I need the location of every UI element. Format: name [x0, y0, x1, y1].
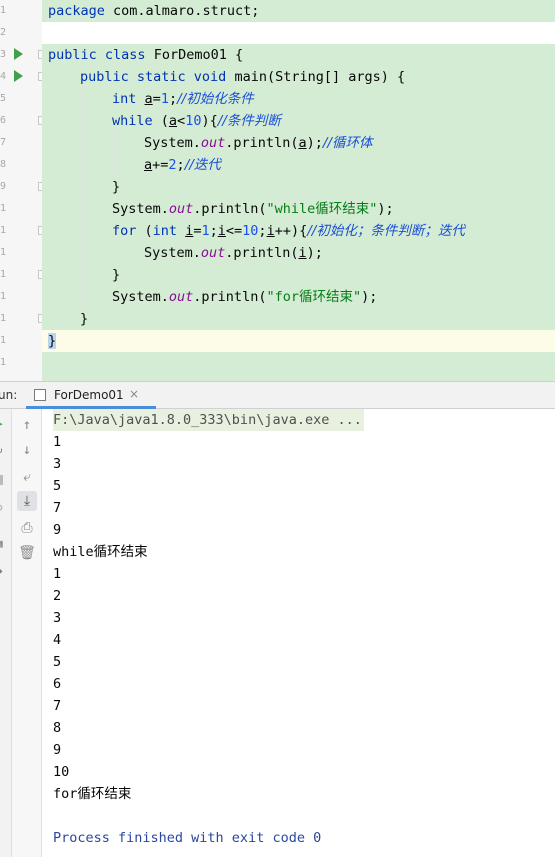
code-line-13: } — [112, 267, 121, 283]
code-area[interactable]: package com.almaro.struct; public class … — [42, 0, 555, 381]
code-line-1: package com.almaro.struct; — [48, 3, 260, 19]
trash-icon[interactable]: 🗑 — [17, 543, 37, 563]
line-number: 12 — [0, 247, 6, 258]
run-tool-window-header: un: ForDemo01 × — [0, 381, 555, 409]
print-icon[interactable]: ⎙ — [17, 518, 37, 538]
line-number: 7 — [0, 137, 6, 148]
up-arrow-icon[interactable]: ↑ — [17, 415, 37, 435]
editor-gutter: 1 2 3 4 5 6 7 8 9 10 11 12 13 14 15 16 1… — [0, 0, 45, 381]
restore-layout-icon[interactable]: ▦ — [0, 537, 3, 550]
run-side-strip: ▶ ↻ ⚙ ▦ ➜ — [0, 409, 12, 857]
code-line-14: System.out.println("for循环结束"); — [112, 289, 378, 305]
console-line: 7 — [53, 698, 62, 714]
console-line: 5 — [53, 478, 62, 494]
code-line-4: public static void main(String[] args) { — [80, 69, 406, 85]
run-tab-fordemo01[interactable]: ForDemo01 × — [26, 382, 156, 409]
console-command-line: F:\Java\java1.8.0_333\bin\java.exe ... — [53, 409, 364, 431]
console-panel: ▶ ↻ ⚙ ▦ ➜ ↑ ↓ ⤶ ⤓ ⎙ 🗑 F:\Java\java1.8.0_… — [0, 409, 555, 857]
scroll-to-end-icon[interactable]: ⤓ — [17, 491, 37, 511]
code-line-15: } — [80, 311, 89, 327]
console-line: 9 — [53, 742, 62, 758]
code-line-3: public class ForDemo01 { — [48, 47, 244, 63]
code-line-9: } — [112, 179, 121, 195]
line-number: 3 — [0, 49, 6, 60]
console-line: 5 — [53, 654, 62, 670]
run-label: un: — [0, 388, 18, 402]
console-line: 7 — [53, 500, 62, 516]
wrench-icon[interactable]: ⚙ — [0, 501, 3, 514]
code-line-12: System.out.println(i); — [144, 245, 323, 261]
run-config-icon — [34, 389, 46, 401]
run-main-icon[interactable] — [14, 70, 23, 82]
pin-icon[interactable]: ➜ — [0, 565, 3, 578]
console-line: 1 — [53, 434, 62, 450]
code-line-7: System.out.println(a);//循环体 — [144, 135, 373, 151]
indent-guide — [82, 88, 83, 308]
run-tab-title: ForDemo01 — [54, 388, 124, 402]
line-number: 14 — [0, 291, 6, 302]
code-line-11: for (int i=1;i<=10;i++){//初始化；条件判断；迭代 — [112, 223, 465, 239]
console-line: for循环结束 — [53, 786, 132, 802]
code-editor[interactable]: 1 2 3 4 5 6 7 8 9 10 11 12 13 14 15 16 1… — [0, 0, 555, 381]
rerun-icon[interactable]: ▶ — [0, 417, 3, 430]
code-line-10: System.out.println("while循环结束"); — [112, 201, 394, 217]
line-number: 17 — [0, 357, 6, 368]
line-number: 9 — [0, 181, 6, 192]
console-line: 9 — [53, 522, 62, 538]
line-number: 6 — [0, 115, 6, 126]
line-number: 4 — [0, 71, 6, 82]
line-number: 10 — [0, 203, 6, 214]
close-icon[interactable]: × — [129, 387, 139, 401]
console-line: 3 — [53, 610, 62, 626]
line-number: 1 — [0, 5, 6, 16]
soft-wrap-icon[interactable]: ⤶ — [17, 467, 37, 487]
console-line: 2 — [53, 588, 62, 604]
line-number: 11 — [0, 225, 6, 236]
indent-guide — [114, 132, 115, 176]
code-line-16: } — [48, 333, 57, 349]
line-number: 13 — [0, 269, 6, 280]
run-class-icon[interactable] — [14, 48, 23, 60]
rerun-failed-icon[interactable]: ↻ — [0, 443, 3, 456]
console-output[interactable]: F:\Java\java1.8.0_333\bin\java.exe ... 1… — [42, 409, 555, 857]
code-line-8: a+=2;//迭代 — [144, 157, 221, 173]
line-number: 15 — [0, 313, 6, 324]
console-line: 1 — [53, 566, 62, 582]
console-exit-line: Process finished with exit code 0 — [53, 830, 322, 846]
console-line: 8 — [53, 720, 62, 736]
line-number: 5 — [0, 93, 6, 104]
current-line-highlight — [42, 330, 555, 352]
console-line: while循环结束 — [53, 544, 148, 560]
line-number: 8 — [0, 159, 6, 170]
stop-icon[interactable] — [0, 475, 3, 485]
console-line: 3 — [53, 456, 62, 472]
line-number: 16 — [0, 335, 6, 346]
line-number: 2 — [0, 27, 6, 38]
code-line-6: while (a<10){//条件判断 — [112, 113, 281, 129]
down-arrow-icon[interactable]: ↓ — [17, 440, 37, 460]
console-line: 4 — [53, 632, 62, 648]
console-line: 10 — [53, 764, 70, 780]
code-line-5: int a=1;//初始化条件 — [112, 91, 254, 107]
console-line: 6 — [53, 676, 62, 692]
line-highlight — [42, 352, 555, 381]
console-toolbar: ↑ ↓ ⤶ ⤓ ⎙ 🗑 — [12, 409, 42, 857]
